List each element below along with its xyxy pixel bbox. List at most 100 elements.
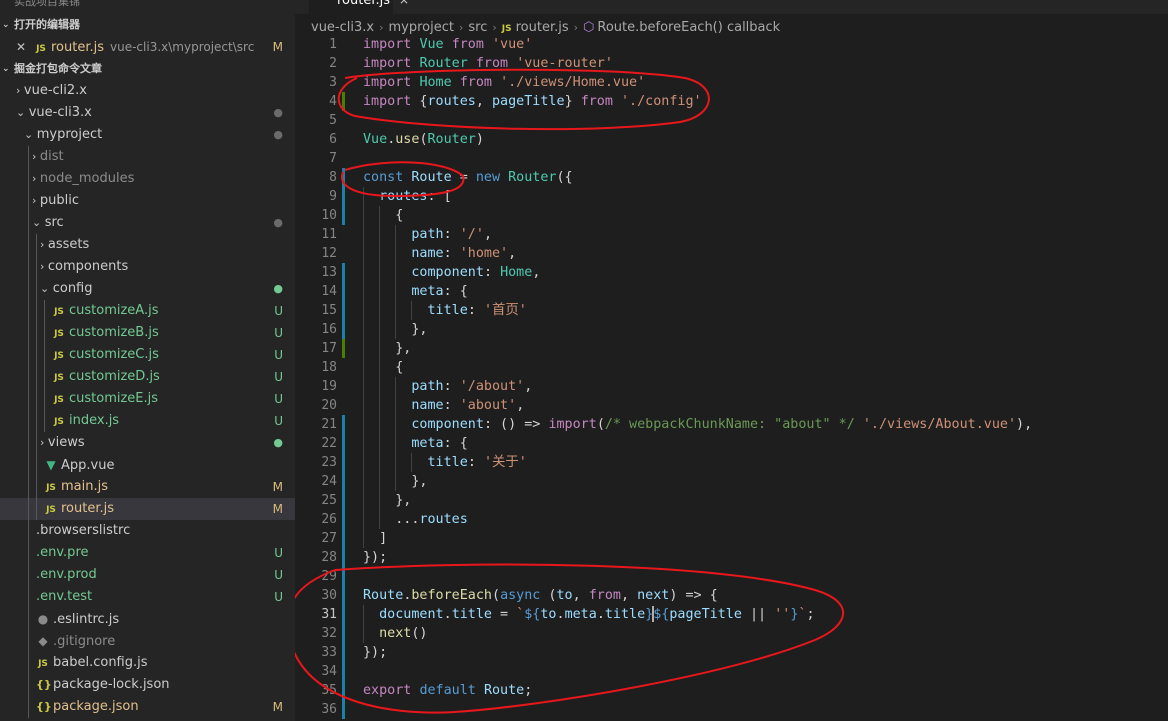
file-gitignore[interactable]: ◆ .gitignore [0, 630, 295, 652]
open-editor-item[interactable]: ✕ JS router.js vue-cli3.x\myproject\src M [0, 36, 295, 58]
gutter-modified-marker[interactable] [342, 320, 345, 339]
breadcrumb-item[interactable]: router.js [516, 20, 569, 35]
code-line[interactable]: 35 export default Route; [295, 681, 1168, 700]
code-line[interactable]: 19 path: '/about', [295, 377, 1168, 396]
code-line[interactable]: 7 [295, 149, 1168, 168]
folder-myproject[interactable]: ⌄ myproject ● [0, 124, 295, 146]
file-main-js[interactable]: JS main.js M [0, 476, 295, 498]
gutter-added-marker[interactable] [342, 339, 345, 358]
code-line[interactable]: 4 import {routes, pageTitle} from './conf… [295, 92, 1168, 111]
code-line[interactable]: 20 name: 'about', [295, 396, 1168, 415]
gutter-modified-marker[interactable] [342, 510, 345, 529]
folder-vue-cli2-x[interactable]: › vue-cli2.x [0, 80, 295, 102]
file-customizec-js[interactable]: JS customizeC.js U [0, 344, 295, 366]
gutter-modified-marker[interactable] [342, 206, 345, 225]
gutter-modified-marker[interactable] [342, 700, 345, 719]
gutter-modified-marker[interactable] [342, 415, 345, 434]
file-env-prod[interactable]: .env.prod U [0, 564, 295, 586]
gutter-modified-marker[interactable] [342, 491, 345, 510]
file-package-json[interactable]: {}package.json M [0, 696, 295, 718]
file-browserslistrc[interactable]: .browserslistrc [0, 520, 295, 542]
code-line[interactable]: 3 import Home from './views/Home.vue' [295, 73, 1168, 92]
tab-router-js[interactable]: router.js × [309, 0, 409, 14]
file-router-js[interactable]: JS router.js M [0, 498, 295, 520]
folder-config[interactable]: ⌄ config ● [0, 278, 295, 300]
gutter-modified-marker[interactable] [342, 662, 345, 681]
gutter-modified-marker[interactable] [342, 472, 345, 491]
code-line[interactable]: 8 const Route = new Router({ [295, 168, 1168, 187]
code-line[interactable]: 27 ] [295, 529, 1168, 548]
open-editors-header[interactable]: ⌄ 打开的编辑器 [0, 14, 295, 36]
code-line[interactable]: 18 { [295, 358, 1168, 377]
code-line[interactable]: 2 import Router from 'vue-router' [295, 54, 1168, 73]
code-line[interactable]: 14 meta: { [295, 282, 1168, 301]
code-line[interactable]: 11 path: '/', [295, 225, 1168, 244]
file-env-test[interactable]: .env.test U [0, 586, 295, 608]
code-line[interactable]: 29 [295, 567, 1168, 586]
folder-public[interactable]: › public [0, 190, 295, 212]
code-line[interactable]: 32 next() [295, 624, 1168, 643]
close-icon[interactable]: ✕ [16, 36, 26, 58]
breadcrumb-item[interactable]: Route.beforeEach() callback [597, 20, 780, 35]
gutter-added-marker[interactable] [342, 92, 345, 111]
gutter-modified-marker[interactable] [342, 586, 345, 605]
file-eslintrc-js[interactable]: ● .eslintrc.js [0, 608, 295, 630]
code-line[interactable]: 26 ...routes [295, 510, 1168, 529]
folder-node-modules[interactable]: › node_modules [0, 168, 295, 190]
gutter-modified-marker[interactable] [342, 624, 345, 643]
code-line[interactable]: 15 title: '首页' [295, 301, 1168, 320]
code-line[interactable]: 34 [295, 662, 1168, 681]
code-line[interactable]: 9 routes: [ [295, 187, 1168, 206]
code-line[interactable]: 31 document.title = `${to.meta.title}${p… [295, 605, 1168, 624]
breadcrumb-item[interactable]: src [468, 20, 487, 35]
code-line[interactable]: 5 [295, 111, 1168, 130]
file-babel-config-js[interactable]: JS babel.config.js [0, 652, 295, 674]
gutter-modified-marker[interactable] [342, 434, 345, 453]
gutter-modified-marker[interactable] [342, 301, 345, 320]
code-line[interactable]: 13 component: Home, [295, 263, 1168, 282]
code-line[interactable]: 23 title: '关于' [295, 453, 1168, 472]
gutter-modified-marker[interactable] [342, 548, 345, 567]
file-customizea-js[interactable]: JS customizeA.js U [0, 300, 295, 322]
folder-src[interactable]: ⌄ src ● [0, 212, 295, 234]
gutter-modified-marker[interactable] [342, 168, 345, 187]
code-line[interactable]: 30 Route.beforeEach(async (to, from, next… [295, 586, 1168, 605]
folder-vue-cli3-x[interactable]: ⌄ vue-cli3.x ● [0, 102, 295, 124]
gutter-modified-marker[interactable] [342, 187, 345, 206]
file-customizee-js[interactable]: JS customizeE.js U [0, 388, 295, 410]
folder-views[interactable]: › views ● [0, 432, 295, 454]
folder-dist[interactable]: › dist [0, 146, 295, 168]
code-line[interactable]: 12 name: 'home', [295, 244, 1168, 263]
breadcrumb-item[interactable]: myproject [389, 20, 454, 35]
file-env-pre[interactable]: .env.pre U [0, 542, 295, 564]
gutter-modified-marker[interactable] [342, 643, 345, 662]
code-line[interactable]: 10 { [295, 206, 1168, 225]
code-line[interactable]: 16 }, [295, 320, 1168, 339]
code-line[interactable]: 6 Vue.use(Router) [295, 130, 1168, 149]
folder-assets[interactable]: › assets [0, 234, 295, 256]
code-line[interactable]: 24 }, [295, 472, 1168, 491]
close-icon[interactable]: × [399, 0, 409, 7]
code-line[interactable]: 21 component: () => import(/* webpackChu… [295, 415, 1168, 434]
code-line[interactable]: 28}); [295, 548, 1168, 567]
code-line[interactable]: 17 }, [295, 339, 1168, 358]
workspace-header[interactable]: ⌄ 掘金打包命令文章 [0, 58, 295, 80]
gutter-modified-marker[interactable] [342, 282, 345, 301]
gutter-modified-marker[interactable] [342, 681, 345, 700]
breadcrumb-item[interactable]: vue-cli3.x [311, 20, 374, 35]
file-customized-js[interactable]: JS customizeD.js U [0, 366, 295, 388]
gutter-modified-marker[interactable] [342, 605, 345, 624]
file-customizeb-js[interactable]: JS customizeB.js U [0, 322, 295, 344]
gutter-modified-marker[interactable] [342, 567, 345, 586]
code-line[interactable]: 25 }, [295, 491, 1168, 510]
gutter-modified-marker[interactable] [342, 529, 345, 548]
folder-components[interactable]: › components [0, 256, 295, 278]
file-app-vue[interactable]: ▼ App.vue [0, 454, 295, 476]
code-line[interactable]: 36 [295, 700, 1168, 719]
code-line[interactable]: 22 meta: { [295, 434, 1168, 453]
code-line[interactable]: 1 import Vue from 'vue' [295, 35, 1168, 54]
file-package-lock-json[interactable]: {}package-lock.json [0, 674, 295, 696]
gutter-modified-marker[interactable] [342, 453, 345, 472]
file-index-js[interactable]: JS index.js U [0, 410, 295, 432]
code-line[interactable]: 33}); [295, 643, 1168, 662]
